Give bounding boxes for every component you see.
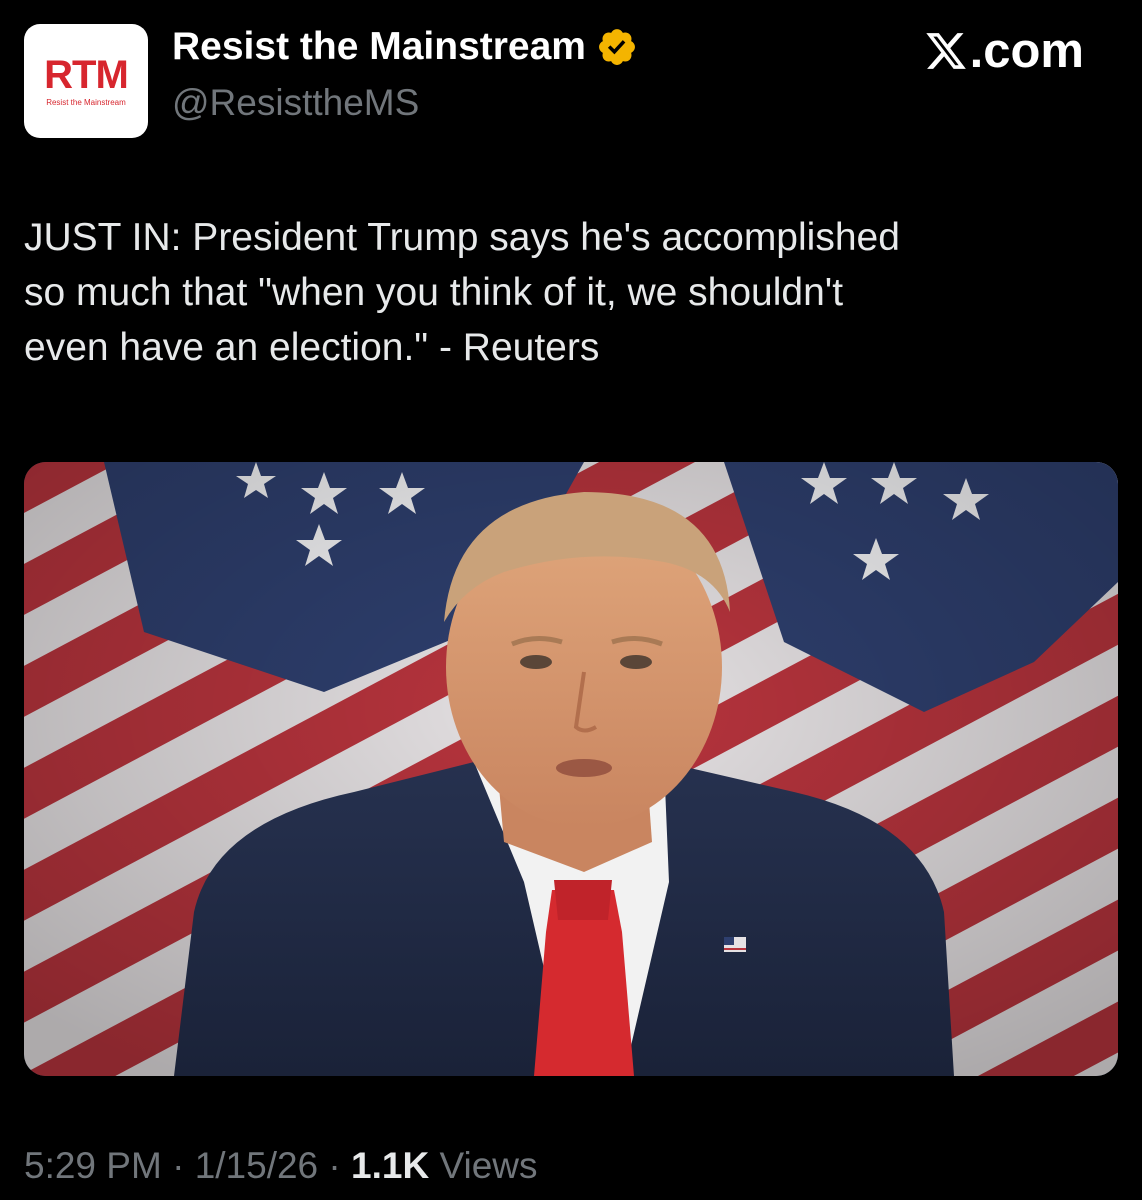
tweet-time[interactable]: 5:29 PM (24, 1145, 162, 1186)
tweet-photo[interactable] (24, 462, 1118, 1076)
views-count: 1.1K (351, 1145, 430, 1186)
meta-separator: · (318, 1145, 352, 1186)
avatar-logo-subtitle: Resist the Mainstream (46, 98, 126, 107)
avatar-logo-text: RTM (44, 53, 129, 97)
tweet-text: JUST IN: President Trump says he's accom… (24, 216, 900, 369)
author-name-link[interactable]: Resist the Mainstream (172, 22, 638, 72)
tweet-meta: 5:29 PM · 1/15/26 · 1.1K Views (24, 1142, 538, 1190)
avatar[interactable]: RTM Resist the Mainstream (24, 24, 148, 138)
site-domain-suffix: .com (969, 24, 1084, 78)
tweet-date[interactable]: 1/15/26 (195, 1145, 318, 1186)
author-name: Resist the Mainstream (172, 25, 586, 68)
site-label[interactable]: .com (924, 22, 1084, 80)
author-handle[interactable]: @ResisttheMS (172, 78, 419, 128)
meta-separator: · (161, 1145, 195, 1186)
photo-illustration (24, 462, 1118, 1076)
verified-badge-icon (599, 29, 635, 65)
views-label: Views (429, 1145, 538, 1186)
x-logo-icon (925, 33, 966, 69)
